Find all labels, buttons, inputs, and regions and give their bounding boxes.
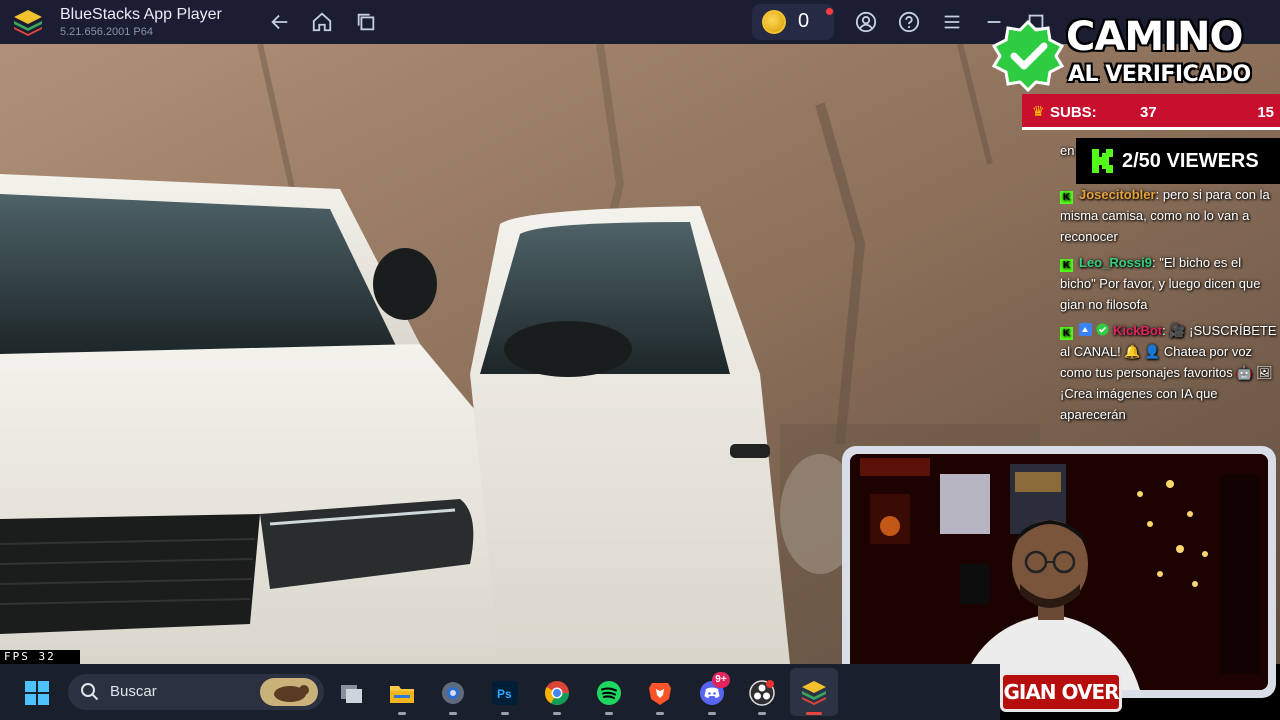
bot-badge-icon: [1079, 323, 1092, 336]
notification-dot: [826, 8, 833, 15]
svg-text:Ps: Ps: [497, 687, 512, 701]
chat-message: K KickBot: 🎥 ¡SUSCRÍBETE al CANAL! 🔔 👤 Ch…: [1060, 320, 1280, 425]
chat-text: : 🎥 ¡SUSCRÍBETE al CANAL! 🔔 👤 Chatea por…: [1060, 323, 1277, 422]
kick-logo-icon: [1092, 149, 1113, 173]
kick-badge-icon: K: [1060, 191, 1073, 204]
subs-current: 37: [1140, 104, 1157, 121]
running-indicator: [501, 712, 509, 715]
kick-badge-icon: K: [1060, 327, 1073, 340]
subs-goal: 15: [1257, 104, 1274, 121]
chat-username[interactable]: KickBot: [1113, 323, 1162, 338]
chat-username[interactable]: Josecitobler: [1079, 187, 1156, 202]
search-highlight-image: [260, 678, 318, 706]
account-icon[interactable]: [854, 10, 878, 34]
subs-goal-bar: ♛ SUBS: 37 15: [1022, 94, 1280, 130]
coin-icon: [762, 10, 786, 34]
running-indicator: [758, 712, 766, 715]
search-icon: [81, 683, 99, 701]
chrome-icon[interactable]: [542, 678, 572, 708]
running-indicator: [708, 712, 716, 715]
coin-count: 0: [798, 10, 810, 32]
verified-check-icon: [992, 20, 1064, 92]
kick-badge-icon: K: [1060, 259, 1073, 272]
search-placeholder: Buscar: [110, 683, 157, 700]
windows-taskbar: Buscar Ps 9+: [0, 664, 1000, 720]
file-explorer-icon[interactable]: [387, 678, 417, 708]
task-view-icon[interactable]: [336, 678, 366, 708]
bluestacks-logo-icon: [14, 10, 42, 36]
windows-start-icon[interactable]: [22, 678, 52, 708]
photoshop-icon[interactable]: Ps: [490, 678, 520, 708]
webcam-frame: [842, 446, 1276, 698]
overlay-headline: CAMINO: [1066, 14, 1243, 60]
menu-icon[interactable]: [940, 10, 964, 34]
coin-wallet-button[interactable]: 0: [752, 4, 834, 40]
chat-message: K Leo_Rossi9: "El bicho es el bicho" Por …: [1060, 252, 1280, 315]
subs-label: SUBS:: [1050, 104, 1097, 121]
app-version: 5.21.656.2001 P64: [60, 26, 153, 38]
multi-instance-icon[interactable]: [354, 10, 378, 34]
settings-icon[interactable]: [438, 678, 468, 708]
spotify-icon[interactable]: [594, 678, 624, 708]
running-indicator: [449, 712, 457, 715]
brave-icon[interactable]: [645, 678, 675, 708]
running-indicator: [656, 712, 664, 715]
viewers-counter: 2/50 VIEWERS: [1076, 138, 1280, 184]
fps-counter: FPS 32: [0, 650, 80, 664]
chat-username[interactable]: Leo_Rossi9: [1079, 255, 1152, 270]
running-indicator: [605, 712, 613, 715]
help-icon[interactable]: [897, 10, 921, 34]
obs-icon[interactable]: [747, 678, 777, 708]
discord-notification-badge: 9+: [712, 672, 730, 688]
chat-message: K Josecitobler: pero si para con la misma…: [1060, 184, 1280, 247]
verified-badge-icon: [1096, 323, 1109, 336]
taskbar-search-input[interactable]: Buscar: [68, 674, 324, 710]
webcam-scene-image: [850, 454, 1268, 690]
running-indicator: [806, 712, 822, 715]
back-icon[interactable]: [268, 10, 292, 34]
webcam-feed: [850, 454, 1268, 690]
streamer-nameplate: GIAN OVER: [1000, 672, 1122, 712]
overlay-subheadline: AL VERIFICADO: [1068, 62, 1251, 87]
home-icon[interactable]: [310, 10, 334, 34]
app-title: BlueStacks App Player: [60, 6, 222, 23]
crown-icon: ♛: [1032, 103, 1045, 119]
bluestacks-taskbar-icon[interactable]: [799, 678, 829, 708]
running-indicator: [398, 712, 406, 715]
stream-chat: en K Josecitobler: pero si para con la mi…: [1060, 140, 1280, 452]
viewers-count: 2/50 VIEWERS: [1122, 150, 1259, 172]
running-indicator: [553, 712, 561, 715]
